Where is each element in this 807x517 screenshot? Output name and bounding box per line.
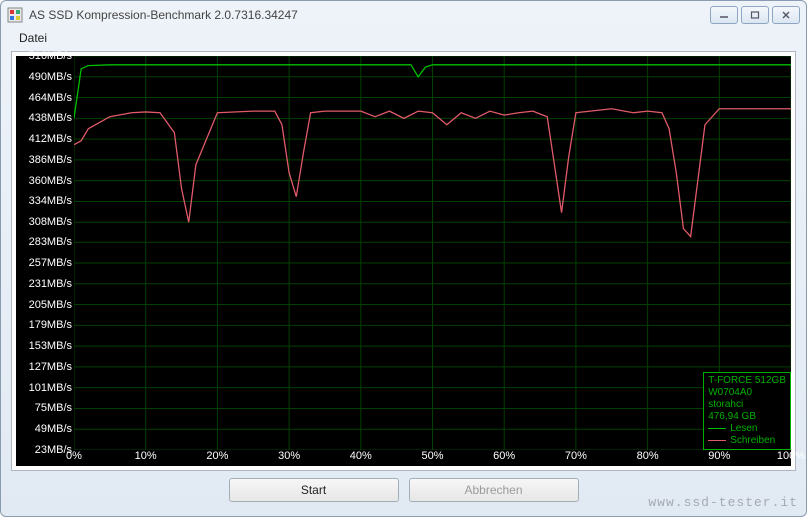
legend-driver: storahci xyxy=(708,399,786,411)
chart: 516MB/s490MB/s464MB/s438MB/s412MB/s386MB… xyxy=(16,56,791,466)
x-tick-label: 100% xyxy=(777,450,805,462)
window-title: AS SSD Kompression-Benchmark 2.0.7316.34… xyxy=(29,8,710,22)
window-controls xyxy=(710,6,800,24)
y-tick-label: 205MB/s xyxy=(29,299,72,311)
y-tick-label: 257MB/s xyxy=(29,257,72,269)
legend-device: T-FORCE 512GB xyxy=(708,375,786,387)
x-tick-label: 60% xyxy=(493,450,515,462)
legend-write: Schreiben xyxy=(708,435,786,447)
legend-box: T-FORCE 512GBW0704A0storahci476,94 GBLes… xyxy=(703,372,791,450)
y-tick-label: 412MB/s xyxy=(29,133,72,145)
y-tick-label: 360MB/s xyxy=(29,175,72,187)
menu-datei[interactable]: Datei xyxy=(15,29,51,47)
y-tick-label: 127MB/s xyxy=(29,361,72,373)
x-tick-label: 90% xyxy=(708,450,730,462)
y-tick-label: 153MB/s xyxy=(29,340,72,352)
y-tick-label: 75MB/s xyxy=(35,402,72,414)
x-tick-label: 70% xyxy=(565,450,587,462)
x-axis: 0%10%20%30%40%50%60%70%80%90%100% xyxy=(74,450,791,466)
y-tick-label: 283MB/s xyxy=(29,236,72,248)
close-button[interactable] xyxy=(772,6,800,24)
y-tick-label: 386MB/s xyxy=(29,154,72,166)
y-tick-label: 101MB/s xyxy=(29,382,72,394)
legend-capacity: 476,94 GB xyxy=(708,411,786,423)
menu-bar: Datei xyxy=(1,29,806,51)
x-tick-label: 10% xyxy=(135,450,157,462)
app-window: AS SSD Kompression-Benchmark 2.0.7316.34… xyxy=(0,0,807,517)
y-axis: 516MB/s490MB/s464MB/s438MB/s412MB/s386MB… xyxy=(16,56,74,450)
legend-read: Lesen xyxy=(708,423,786,435)
y-tick-label: 308MB/s xyxy=(29,216,72,228)
minimize-button[interactable] xyxy=(710,6,738,24)
y-tick-label: 490MB/s xyxy=(29,71,72,83)
maximize-button[interactable] xyxy=(741,6,769,24)
y-tick-label: 231MB/s xyxy=(29,278,72,290)
x-tick-label: 20% xyxy=(206,450,228,462)
x-tick-label: 80% xyxy=(637,450,659,462)
cancel-button[interactable]: Abbrechen xyxy=(409,478,579,502)
y-tick-label: 516MB/s xyxy=(29,50,72,62)
y-tick-label: 179MB/s xyxy=(29,319,72,331)
y-tick-label: 464MB/s xyxy=(29,92,72,104)
x-tick-label: 30% xyxy=(278,450,300,462)
x-tick-label: 40% xyxy=(350,450,372,462)
legend-firmware: W0704A0 xyxy=(708,387,786,399)
y-tick-label: 49MB/s xyxy=(35,423,72,435)
plot-area: T-FORCE 512GBW0704A0storahci476,94 GBLes… xyxy=(74,56,791,450)
title-bar: AS SSD Kompression-Benchmark 2.0.7316.34… xyxy=(1,1,806,29)
app-icon xyxy=(7,7,23,23)
y-tick-label: 438MB/s xyxy=(29,112,72,124)
y-tick-label: 334MB/s xyxy=(29,195,72,207)
x-tick-label: 0% xyxy=(66,450,82,462)
x-tick-label: 50% xyxy=(421,450,443,462)
client-area: 516MB/s 490MB/s 464MB/s 438MB/s 412MB/s 386MB… xyxy=(11,51,796,471)
start-button[interactable]: Start xyxy=(229,478,399,502)
watermark: www.ssd-tester.it xyxy=(648,495,798,510)
